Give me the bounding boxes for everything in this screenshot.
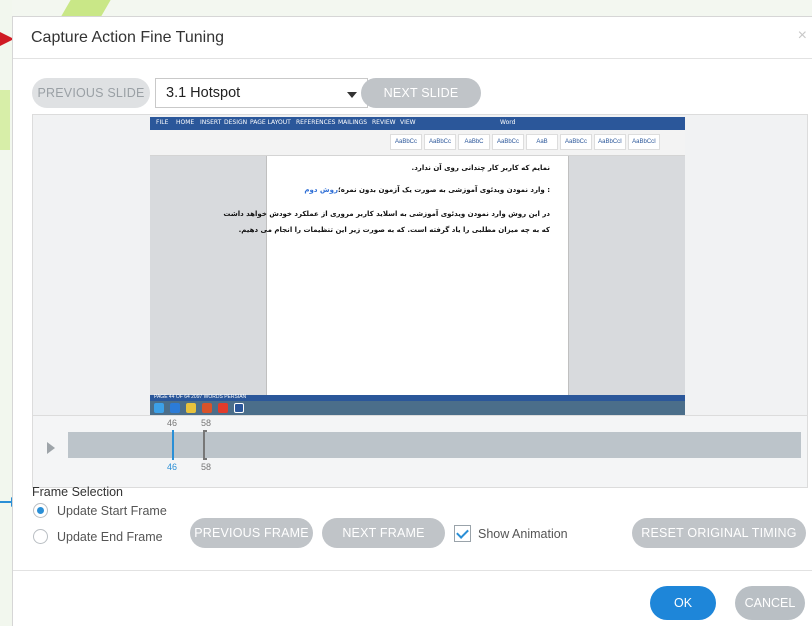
document-line: که به چه میزان مطلبی را یاد گرفته است. ک…	[238, 226, 550, 234]
screenshot-stage: Capture Action Fine Tuning × PREVIOUS SL…	[0, 0, 812, 626]
window-title: Word	[500, 119, 516, 126]
previous-frame-button[interactable]: PREVIOUS FRAME	[190, 518, 313, 548]
update-start-frame-label[interactable]: Update Start Frame	[57, 504, 167, 518]
update-start-frame-radio[interactable]	[33, 503, 48, 518]
reset-original-timing-button[interactable]: RESET ORIGINAL TIMING	[632, 518, 806, 548]
ribbon-tab: DESIGN	[224, 119, 248, 126]
style-swatch: AaBbCcI	[628, 134, 660, 150]
style-swatch: AaBbCc	[492, 134, 524, 150]
next-slide-button[interactable]: NEXT SLIDE	[361, 78, 481, 108]
dialog-title: Capture Action Fine Tuning	[31, 29, 225, 46]
start-frame-label-top: 46	[167, 418, 178, 428]
word-icon	[234, 403, 244, 413]
ok-button[interactable]: OK	[650, 586, 716, 620]
ribbon-tab: VIEW	[400, 119, 416, 126]
word-ribbon-body: AaBbCc AaBbCc AaBbC AaBbCc AaB AaBbCc Aa…	[150, 130, 685, 156]
style-swatch: AaBbCc	[424, 134, 456, 150]
timeline-area: 46 58 46 58	[33, 415, 807, 487]
end-frame-label-bottom: 58	[201, 462, 212, 472]
document-line: نمایم که کاربر کار چندانی روی آن ندارد.	[411, 164, 550, 172]
annotation-arrow-blue	[0, 497, 18, 507]
ribbon-tab: MAILINGS	[338, 119, 368, 126]
style-swatch: AaBbCcI	[594, 134, 626, 150]
word-ribbon-tabs: FILE HOME INSERT DESIGN PAGE LAYOUT REFE…	[150, 117, 685, 130]
ribbon-tab: REFERENCES	[296, 119, 336, 126]
frame-selection-heading: Frame Selection	[32, 485, 124, 499]
status-text: PAGE 44 OF 64 2097 WORDS PERSIAN	[154, 394, 247, 400]
preview-screen: FILE HOME INSERT DESIGN PAGE LAYOUT REFE…	[33, 115, 807, 459]
update-end-frame-label[interactable]: Update End Frame	[57, 530, 163, 544]
media-icon	[202, 403, 212, 413]
style-swatch: AaB	[526, 134, 558, 150]
document-area: نمایم که کاربر کار چندانی روی آن ندارد. …	[150, 156, 685, 395]
capture-preview: FILE HOME INSERT DESIGN PAGE LAYOUT REFE…	[32, 114, 808, 488]
cancel-button[interactable]: CANCEL	[735, 586, 805, 620]
ribbon-tab: FILE	[156, 119, 169, 126]
ribbon-tab: INSERT	[200, 119, 222, 126]
timeline-track[interactable]	[68, 432, 801, 458]
captured-screenshot: FILE HOME INSERT DESIGN PAGE LAYOUT REFE…	[150, 117, 685, 415]
ribbon-tab: PAGE LAYOUT	[250, 119, 291, 126]
browser-icon	[218, 403, 228, 413]
document-line: در این روش وارد نمودن ویدئوی آموزشی به ا…	[223, 210, 550, 218]
end-frame-label-top: 58	[201, 418, 212, 428]
dialog-title-bar: Capture Action Fine Tuning ×	[13, 17, 812, 59]
start-frame-label-bottom: 46	[167, 462, 178, 472]
show-animation-checkbox[interactable]	[454, 525, 471, 542]
document-line-text: : وارد نمودن ویدئوی آموزشی به صورت یک آز…	[337, 186, 550, 194]
slide-select[interactable]: 3.1 Hotspot	[155, 78, 368, 108]
style-swatch: AaBbC	[458, 134, 490, 150]
previous-slide-button[interactable]: PREVIOUS SLIDE	[32, 78, 150, 108]
start-frame-marker[interactable]	[172, 430, 175, 460]
document-page: نمایم که کاربر کار چندانی روی آن ندارد. …	[223, 156, 569, 395]
ribbon-tab: HOME	[176, 119, 195, 126]
browser-icon	[170, 403, 180, 413]
style-swatch: AaBbCc	[560, 134, 592, 150]
next-frame-button[interactable]: NEXT FRAME	[322, 518, 445, 548]
background-top-strip	[0, 0, 812, 16]
windows-taskbar	[150, 401, 685, 415]
footer-divider	[13, 570, 812, 571]
slide-select-value: 3.1 Hotspot	[166, 85, 241, 101]
close-icon[interactable]: ×	[798, 27, 807, 45]
folder-icon	[186, 403, 196, 413]
end-frame-marker[interactable]	[203, 430, 207, 460]
style-swatch: AaBbCc	[390, 134, 422, 150]
chevron-down-icon	[347, 92, 357, 98]
update-end-frame-radio[interactable]	[33, 529, 48, 544]
capture-action-dialog: Capture Action Fine Tuning × PREVIOUS SL…	[12, 16, 812, 626]
background-leaf-decoration	[0, 90, 10, 150]
windows-start-icon	[154, 403, 164, 413]
ribbon-tab: REVIEW	[372, 119, 396, 126]
document-line-highlight: روش دوم	[304, 186, 338, 194]
show-animation-label[interactable]: Show Animation	[478, 527, 568, 541]
play-icon[interactable]	[47, 442, 55, 454]
document-line: : وارد نمودن ویدئوی آموزشی به صورت یک آز…	[304, 186, 550, 194]
